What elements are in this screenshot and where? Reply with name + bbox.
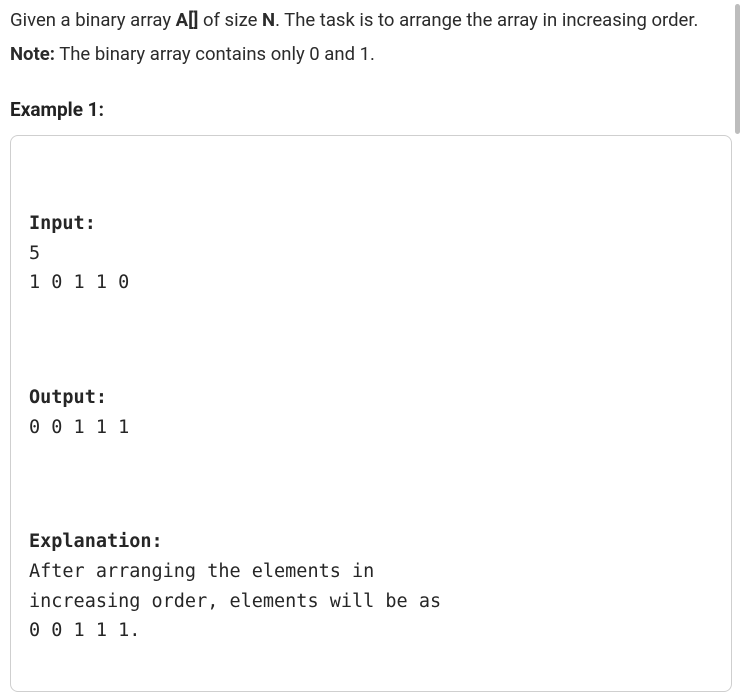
example-input-block: Input: 5 1 0 1 1 0 [29, 209, 713, 298]
problem-note: Note: The binary array contains only 0 a… [10, 42, 732, 68]
explanation-label: Explanation: [29, 531, 163, 552]
problem-text-bold: N [262, 9, 275, 31]
output-body: 0 0 1 1 1 [29, 417, 129, 438]
note-label: Note: [10, 43, 55, 65]
problem-text-part: Given a binary array [10, 9, 176, 31]
output-label: Output: [29, 387, 107, 408]
explanation-body: After arranging the elements in increasi… [29, 561, 452, 641]
problem-description: Given a binary array A[] of size N. The … [10, 8, 732, 34]
problem-text-bold: A[] [176, 9, 199, 31]
example-explanation-block: Explanation: After arranging the element… [29, 527, 713, 645]
note-text: The binary array contains only 0 and 1. [55, 43, 375, 65]
input-label: Input: [29, 213, 96, 234]
scrollbar-thumb[interactable] [735, 4, 740, 134]
example-output-block: Output: 0 0 1 1 1 [29, 383, 713, 442]
problem-text-part: of size [198, 9, 262, 31]
example-heading: Example 1: [10, 98, 732, 121]
example-code-box: Input: 5 1 0 1 1 0 Output: 0 0 1 1 1 Exp… [10, 135, 732, 692]
input-body: 5 1 0 1 1 0 [29, 243, 129, 294]
problem-text-part: . The task is to arrange the array in in… [275, 9, 698, 31]
